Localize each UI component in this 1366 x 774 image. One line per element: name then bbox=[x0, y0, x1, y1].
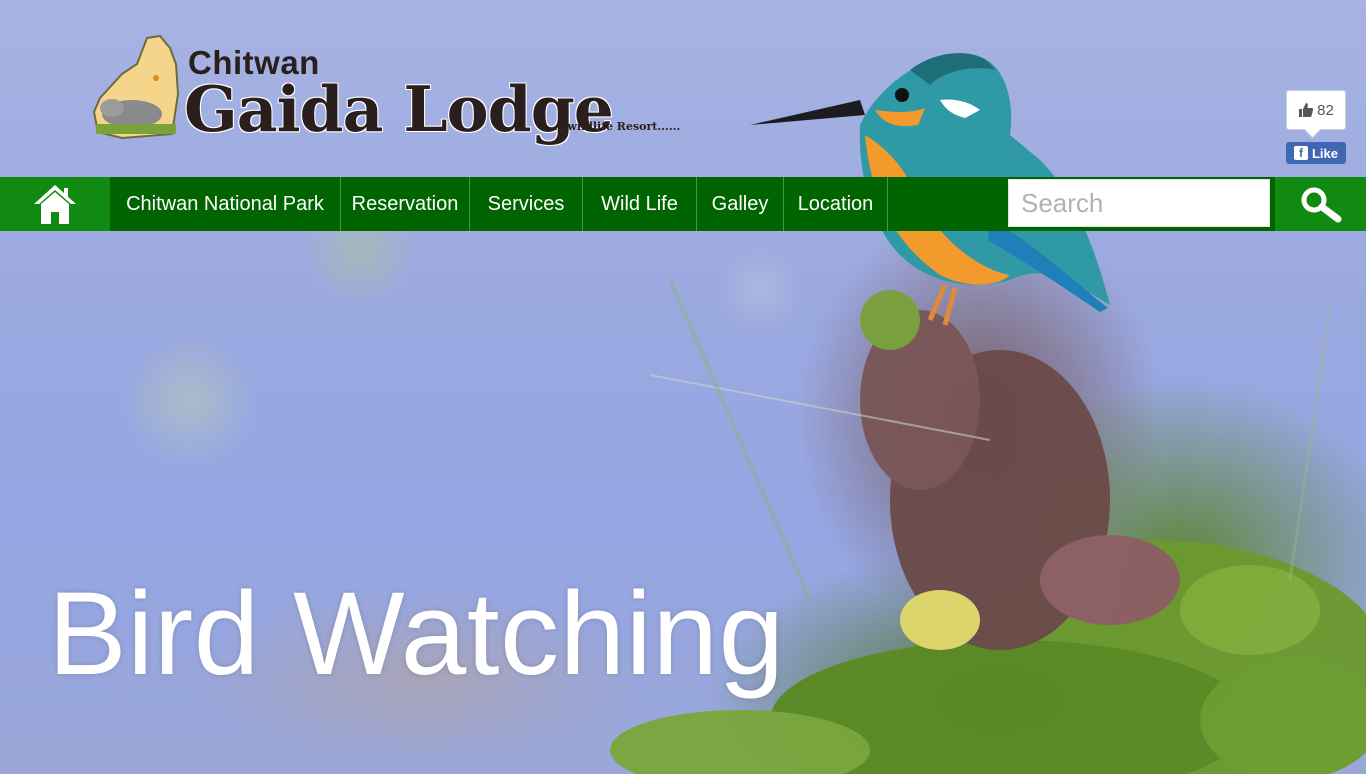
search-input[interactable] bbox=[1008, 179, 1270, 227]
home-button[interactable] bbox=[0, 177, 110, 231]
hero-title: Bird Watching bbox=[48, 568, 785, 700]
search-icon bbox=[1301, 187, 1341, 223]
nepal-map-logo-icon bbox=[92, 34, 180, 140]
nav-menu: Chitwan National Park Reservation Servic… bbox=[110, 177, 888, 231]
like-count: 82 bbox=[1317, 101, 1334, 119]
thumbs-up-icon bbox=[1299, 103, 1314, 117]
nav-item-reservation[interactable]: Reservation bbox=[341, 177, 470, 231]
facebook-icon: f bbox=[1293, 146, 1308, 160]
logo-line-2: Gaida Lodge bbox=[184, 72, 614, 146]
logo-tagline: A wildlife Resort...... bbox=[555, 120, 681, 133]
like-count-bubble: 82 bbox=[1286, 90, 1346, 130]
nav-item-wild-life[interactable]: Wild Life bbox=[583, 177, 697, 231]
site-logo[interactable]: Chitwan Gaida Lodge A wildlife Resort...… bbox=[92, 34, 692, 146]
main-navbar: Chitwan National Park Reservation Servic… bbox=[0, 177, 1366, 231]
like-button-label: Like bbox=[1311, 145, 1338, 161]
nav-item-galley[interactable]: Galley bbox=[697, 177, 784, 231]
search-button[interactable] bbox=[1275, 177, 1366, 231]
home-icon bbox=[34, 185, 76, 224]
facebook-like-widget: 82 f Like bbox=[1286, 90, 1348, 164]
nav-item-chitwan-national-park[interactable]: Chitwan National Park bbox=[110, 177, 341, 231]
nav-item-services[interactable]: Services bbox=[470, 177, 583, 231]
nav-item-location[interactable]: Location bbox=[784, 177, 888, 231]
facebook-like-button[interactable]: f Like bbox=[1286, 142, 1346, 164]
